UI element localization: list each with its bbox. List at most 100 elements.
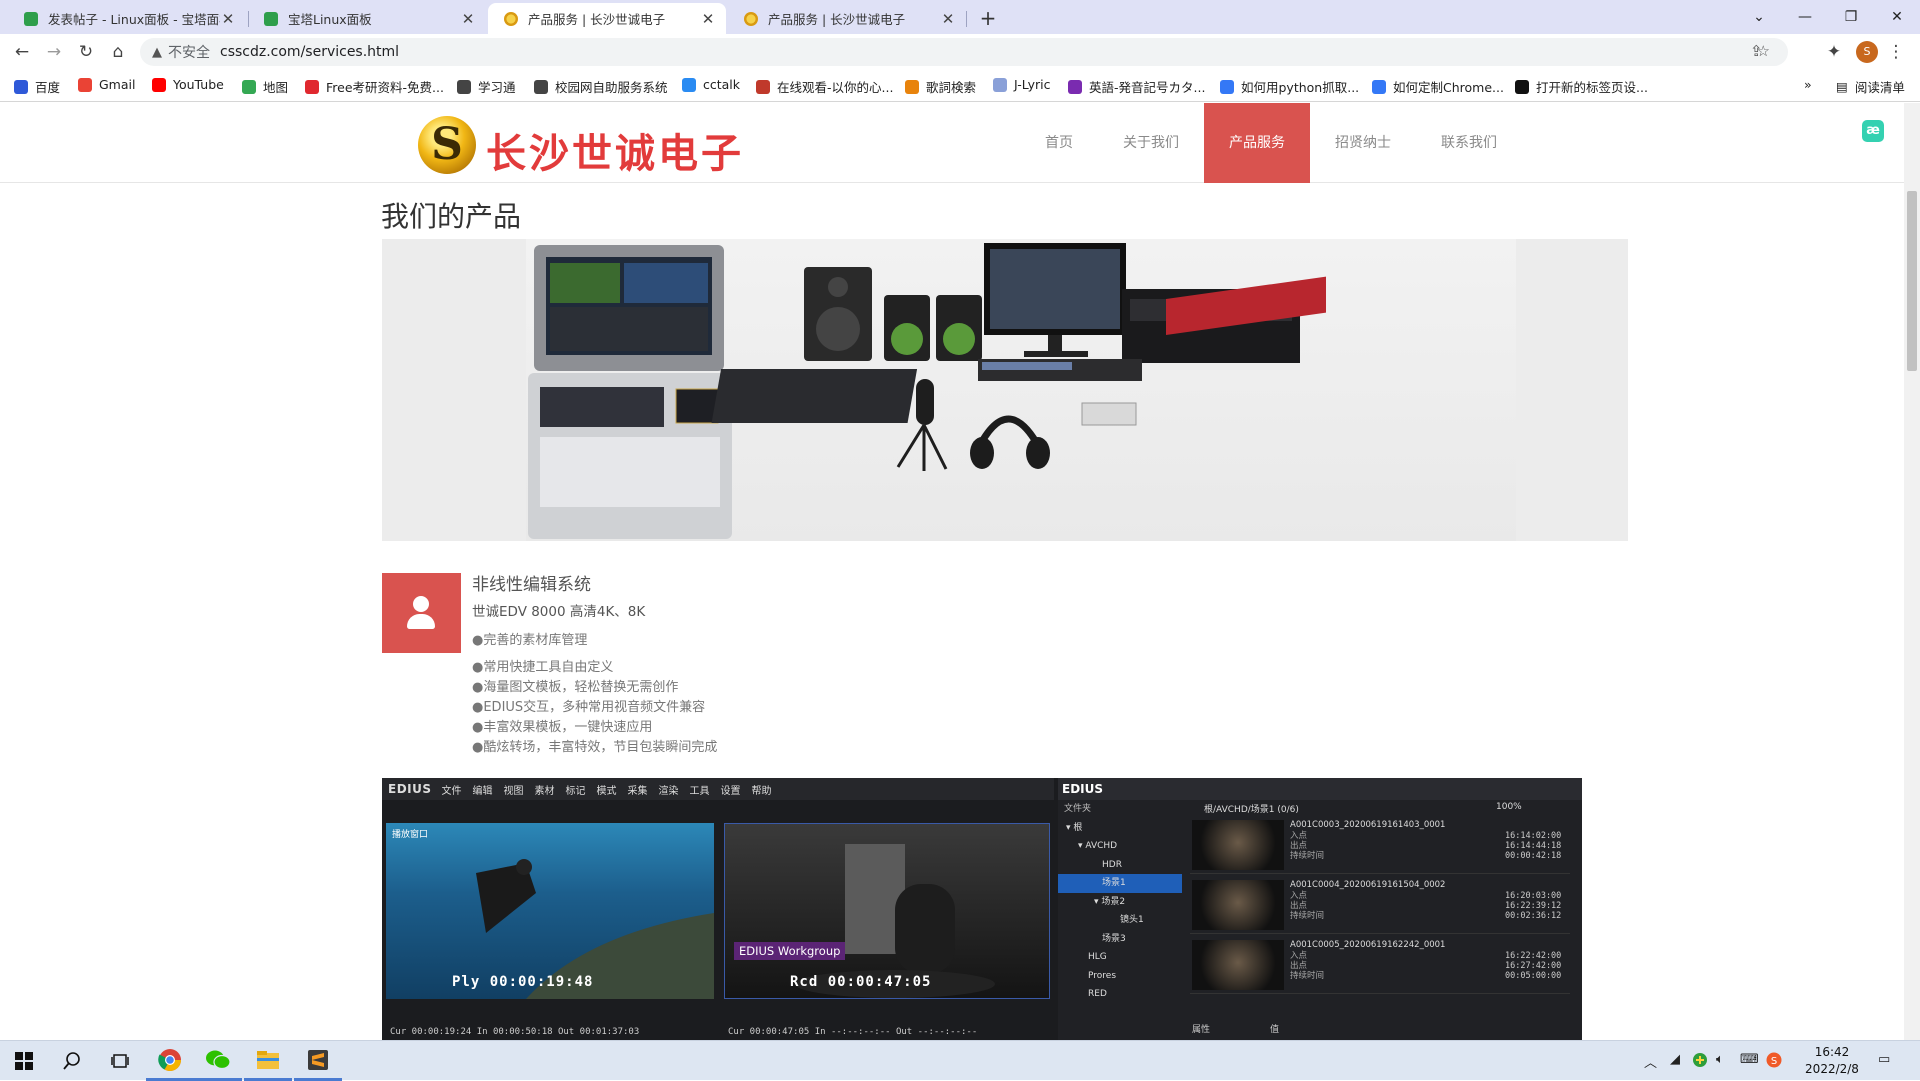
lyrics-site-icon: [905, 79, 919, 94]
profile-avatar[interactable]: S: [1856, 41, 1878, 63]
ime-icon[interactable]: ⌨︎: [1740, 1052, 1759, 1067]
bookmark-j-lyric[interactable]: J-Lyric: [993, 77, 1050, 92]
bookmark-english-phonetic[interactable]: 英語-発音記号カタ...: [1068, 77, 1205, 96]
company-logo-icon[interactable]: S: [418, 116, 476, 174]
maps-icon: [242, 79, 256, 94]
system-clock[interactable]: 16:42 2022/2/8: [1796, 1044, 1868, 1078]
edius-bin-brand: EDIUS: [1062, 782, 1104, 796]
bookmark-cctalk[interactable]: cctalk: [682, 77, 740, 92]
reading-list-label: 阅读清单: [1854, 80, 1905, 95]
tab-separator: [966, 11, 967, 27]
bookmark-maps[interactable]: 地图: [242, 77, 288, 96]
browser-toolbar: ← → ↻ ⌂ ▲ 不安全 csscdz.com/services.html ⇪…: [0, 34, 1920, 70]
tab-baota-post[interactable]: 发表帖子 - Linux面板 - 宝塔面板 ✕: [8, 3, 246, 34]
page-scrollbar[interactable]: [1904, 103, 1920, 1040]
bookmark-campus-net[interactable]: 校园网自助服务系统: [534, 77, 668, 96]
clip-values: 16:20:03:00 16:22:39:12 00:02:36:12: [1505, 891, 1561, 921]
product-subtitle: 世诚EDV 8000 高清4K、8K: [472, 604, 646, 620]
warning-triangle-icon[interactable]: ▲: [152, 45, 162, 60]
clip-label: 入点: [1290, 951, 1308, 961]
clip-label: 出点: [1290, 841, 1308, 851]
bookmark-python-scrape[interactable]: 如何用python抓取...: [1220, 77, 1359, 96]
minimize-icon[interactable]: —: [1782, 4, 1828, 30]
sogou-input-icon[interactable]: S: [1766, 1052, 1782, 1072]
edius-tree-item: ▾ 场景2: [1094, 896, 1126, 907]
equipment-illustration: [528, 243, 1326, 539]
search-icon[interactable]: [48, 1041, 96, 1081]
section-title: 我们的产品: [381, 200, 522, 233]
edius-tree-item: 场景1: [1058, 874, 1182, 893]
bookmark-youtube[interactable]: YouTube: [152, 77, 224, 92]
reading-list-button[interactable]: ▤ 阅读清单: [1836, 77, 1905, 96]
company-name[interactable]: 长沙世诚电子: [486, 121, 744, 179]
extension-badge-icon[interactable]: æ: [1862, 120, 1884, 142]
tab-search-chevron-icon[interactable]: ⌄: [1736, 4, 1782, 30]
tab-baota-panel[interactable]: 宝塔Linux面板 ✕: [248, 3, 486, 34]
svg-text:S: S: [1771, 1056, 1777, 1067]
file-explorer-icon[interactable]: [244, 1041, 292, 1081]
back-arrow-icon[interactable]: ←: [10, 40, 34, 64]
tab-services-active[interactable]: 产品服务 | 长沙世诚电子 ✕: [488, 3, 726, 34]
bookmark-online-watch[interactable]: 在线观看-以你的心...: [756, 77, 893, 96]
bookmark-star-icon[interactable]: ☆: [1757, 42, 1770, 60]
tray-chevron-up-icon[interactable]: ︿: [1644, 1052, 1657, 1071]
edius-menu-item: 帮助: [751, 785, 772, 797]
bookmark-gmail[interactable]: Gmail: [78, 77, 135, 92]
diver-scene: [476, 859, 714, 999]
scrollbar-thumb[interactable]: [1907, 191, 1917, 371]
edius-menu-item: 视图: [503, 785, 524, 797]
nav-contact[interactable]: 联系我们: [1428, 103, 1510, 183]
windows-taskbar: ︿ ◢ 🔈︎ ⌨︎ S 16:42 2022/2/8 ▭: [0, 1040, 1920, 1081]
bookmark-custom-chrome[interactable]: 如何定制Chrome...: [1372, 77, 1504, 96]
clip-in: 16:20:03:00: [1505, 891, 1562, 901]
reload-icon[interactable]: ↻: [74, 40, 98, 64]
security-tray-icon[interactable]: [1692, 1052, 1708, 1072]
extensions-puzzle-icon[interactable]: ✦: [1822, 40, 1846, 64]
network-icon[interactable]: ◢: [1670, 1052, 1680, 1067]
bookmark-baidu[interactable]: 百度: [14, 77, 60, 96]
notification-icon[interactable]: ▭: [1878, 1052, 1890, 1067]
address-bar[interactable]: ▲ 不安全 csscdz.com/services.html ⇪ ☆: [140, 38, 1788, 66]
home-icon[interactable]: ⌂: [106, 40, 130, 64]
edius-menu-item: 渲染: [658, 785, 679, 797]
site-logo-icon: [744, 11, 758, 26]
nav-about[interactable]: 关于我们: [1110, 103, 1192, 183]
close-icon[interactable]: ✕: [940, 10, 956, 28]
chrome-icon[interactable]: [146, 1041, 194, 1081]
tab-services-2[interactable]: 产品服务 | 长沙世诚电子 ✕: [728, 3, 966, 34]
more-bookmarks-button[interactable]: »: [1804, 77, 1812, 92]
edius-menu-item: 模式: [596, 785, 617, 797]
bookmark-newtab-settings[interactable]: 打开新的标签页设...: [1515, 77, 1648, 96]
forward-arrow-icon[interactable]: →: [42, 40, 66, 64]
clip-label: 出点: [1290, 901, 1308, 911]
restore-icon[interactable]: ❐: [1828, 4, 1874, 30]
bookmark-lyrics-search[interactable]: 歌詞検索: [905, 77, 976, 96]
security-label[interactable]: 不安全: [168, 42, 210, 62]
wechat-icon[interactable]: [194, 1041, 242, 1081]
nav-home[interactable]: 首页: [1034, 103, 1084, 183]
new-tab-plus-icon[interactable]: +: [976, 6, 1000, 30]
clip-name: A001C0005_20200619162242_0001: [1290, 940, 1446, 950]
edius-tree-item: ▾ AVCHD: [1078, 841, 1118, 851]
user-icon-body: [407, 614, 435, 629]
url-text[interactable]: csscdz.com/services.html: [220, 44, 399, 60]
close-window-icon[interactable]: ✕: [1874, 4, 1920, 30]
product-feature: ●海量图文模板，轻松替换无需创作: [472, 680, 679, 695]
clock-date: 2022/2/8: [1805, 1062, 1859, 1076]
edius-menubar: EDIUS 文件 编辑 视图 素材 标记 模式 采集 渲染 工具 设置 帮助: [382, 778, 1054, 800]
nav-services[interactable]: 产品服务: [1204, 103, 1310, 183]
bookmark-xuexitong[interactable]: 学习通: [457, 77, 516, 96]
close-icon[interactable]: ✕: [700, 10, 716, 28]
volume-icon[interactable]: 🔈︎: [1716, 1052, 1724, 1067]
task-view-icon[interactable]: [96, 1041, 144, 1081]
bookmark-free-kaoyan[interactable]: Free考研资料-免费...: [305, 77, 444, 96]
nav-careers[interactable]: 招贤纳士: [1322, 103, 1404, 183]
close-icon[interactable]: ✕: [460, 10, 476, 28]
menu-kebab-icon[interactable]: ⋮: [1884, 40, 1908, 64]
edius-tree-header: 文件夹: [1064, 804, 1092, 814]
baidu-paw-icon: [14, 79, 28, 94]
edius-menu-item: 文件: [441, 785, 462, 797]
close-icon[interactable]: ✕: [220, 10, 236, 28]
start-windows-icon[interactable]: [0, 1041, 48, 1081]
sublime-text-icon[interactable]: [294, 1041, 342, 1081]
